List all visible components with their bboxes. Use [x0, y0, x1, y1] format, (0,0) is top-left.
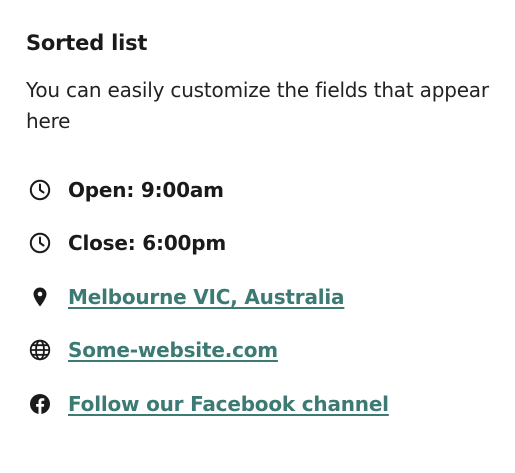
list-item-close-hours: Close: 6:00pm [28, 217, 496, 271]
close-hours-text: Close: 6:00pm [68, 231, 227, 256]
list-item-location: Melbourne VIC, Australia [28, 270, 496, 324]
website-link[interactable]: Some-website.com [68, 338, 278, 362]
list-item-facebook: Follow our Facebook channel [28, 377, 496, 431]
list-item-website: Some-website.com [28, 324, 496, 378]
sorted-list-card: Sorted list You can easily customize the… [26, 28, 496, 431]
clock-icon [28, 178, 52, 202]
facebook-icon [28, 392, 52, 416]
map-pin-icon [28, 285, 52, 309]
list-item-open-hours: Open: 9:00am [28, 163, 496, 217]
open-hours-text: Open: 9:00am [68, 177, 224, 202]
info-list: Open: 9:00am Close: 6:00pm Melbourne VIC… [26, 163, 496, 431]
clock-icon [28, 231, 52, 255]
card-description: You can easily customize the fields that… [26, 78, 489, 133]
globe-icon [28, 338, 52, 362]
location-link[interactable]: Melbourne VIC, Australia [68, 285, 345, 309]
card-title: Sorted list [26, 31, 148, 55]
facebook-link[interactable]: Follow our Facebook channel [68, 392, 389, 416]
